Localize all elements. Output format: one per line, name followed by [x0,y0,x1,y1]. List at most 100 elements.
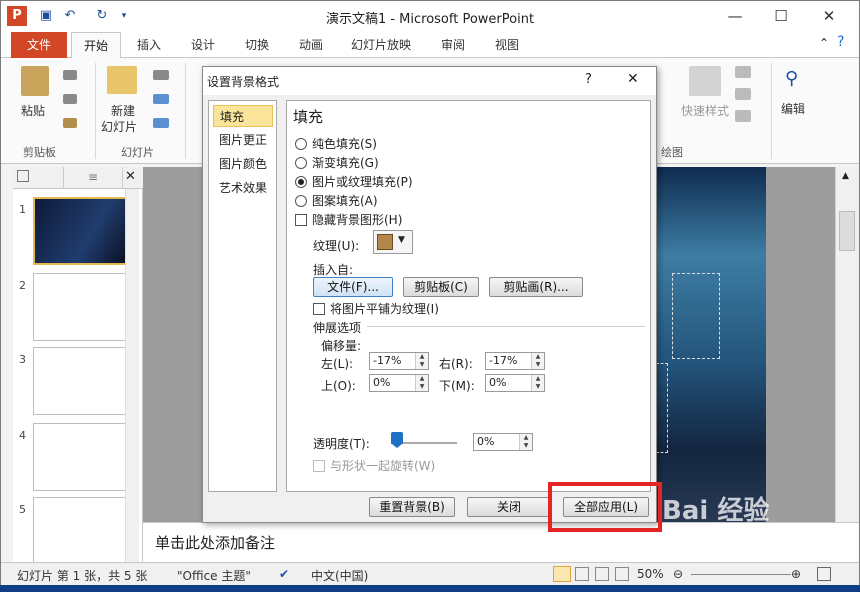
tile-option[interactable]: 将图片平铺为纹理(I) [313,300,439,317]
tab-animations[interactable]: 动画 [299,36,323,53]
help-button[interactable]: ? [585,72,592,87]
fit-window-icon[interactable] [817,567,831,581]
minimize-button[interactable]: — [717,5,753,27]
copy-icon[interactable] [63,94,77,104]
spinner-arrows-icon[interactable]: ▲ ▼ [531,353,544,369]
slide-thumbnail-3[interactable] [33,347,129,415]
notes-placeholder[interactable]: 单击此处添加备注 [155,532,275,553]
tab-file[interactable]: 文件 [11,32,67,58]
close-pane-icon[interactable]: ✕ [125,169,136,184]
tab-review[interactable]: 审阅 [441,36,465,53]
section-icon[interactable] [153,118,169,128]
close-button[interactable]: ✕ [811,5,847,27]
slide-thumbnails-pane: ≡ ✕ 1 2 3 4 5 [13,167,143,565]
ribbon-collapse-icon[interactable]: ⌃ [819,36,829,50]
radio-icon[interactable] [295,138,307,150]
reset-background-button[interactable]: 重置背景(B) [369,497,455,517]
scroll-up-icon[interactable]: ▲ [842,171,849,181]
zoom-in-icon[interactable]: ⊕ [791,567,801,581]
slideshow-view-icon[interactable] [615,567,629,581]
tab-slideshow[interactable]: 幻灯片放映 [351,36,411,53]
paste-label[interactable]: 粘贴 [21,102,45,119]
placeholder-box[interactable] [656,363,668,453]
slide-thumbnail-4[interactable] [33,423,129,491]
thumbnail-scrollbar[interactable] [125,189,139,562]
new-slide-label-2[interactable]: 幻灯片 [101,118,137,135]
pattern-fill-option[interactable]: 图案填充(A) [295,192,378,209]
tab-insert[interactable]: 插入 [137,36,161,53]
language[interactable]: 中文(中国) [311,567,368,584]
spellcheck-icon[interactable]: ✔ [279,567,289,581]
nav-picture-color[interactable]: 图片颜色 [213,153,273,175]
spinner-arrows-icon[interactable]: ▲ ▼ [519,434,532,450]
zoom-level[interactable]: 50% [637,567,664,581]
quick-styles-label[interactable]: 快速样式 [681,102,729,119]
left-offset-input[interactable]: -17% ▲ ▼ [369,352,429,370]
divider [185,63,186,159]
slide-thumbnail-1[interactable] [33,197,129,265]
notes-pane[interactable]: 单击此处添加备注 [143,522,859,562]
clipart-button[interactable]: 剪贴画(R)... [489,277,583,297]
nav-picture-corrections[interactable]: 图片更正 [213,129,273,151]
sorter-view-icon[interactable] [575,567,589,581]
slide-number: 4 [19,429,26,442]
tab-transitions[interactable]: 切换 [245,36,269,53]
tab-view[interactable]: 视图 [495,36,519,53]
bottom-offset-input[interactable]: 0% ▲ ▼ [485,374,545,392]
normal-view-icon[interactable] [553,566,571,582]
hide-background-option[interactable]: 隐藏背景图形(H) [295,211,402,228]
layout-icon[interactable] [153,70,169,80]
dialog-close-button[interactable]: ✕ [627,71,639,87]
file-button[interactable]: 文件(F)... [313,277,393,297]
tab-home[interactable]: 开始 [71,32,121,59]
tab-design[interactable]: 设计 [191,36,215,53]
shape-effects-icon[interactable] [735,110,751,122]
divider [95,63,96,159]
slide-canvas[interactable] [656,167,766,522]
help-icon[interactable]: ? [837,34,844,50]
editor-scrollbar[interactable]: ▲ [835,167,859,522]
spinner-arrows-icon[interactable]: ▲ ▼ [531,375,544,391]
shape-fill-icon[interactable] [735,66,751,78]
right-offset-input[interactable]: -17% ▲ ▼ [485,352,545,370]
checkbox-icon[interactable] [295,214,307,226]
outline-tab-icon[interactable]: ≡ [63,167,123,189]
cut-icon[interactable] [63,70,77,80]
quick-styles-icon[interactable] [689,66,721,96]
placeholder-box[interactable] [672,273,720,359]
slide-thumbnail-5[interactable] [33,497,129,565]
paste-icon[interactable] [21,66,49,96]
shape-outline-icon[interactable] [735,88,751,100]
top-offset-value: 0% [373,376,391,389]
maximize-button[interactable]: ☐ [763,5,799,27]
reading-view-icon[interactable] [595,567,609,581]
spinner-arrows-icon[interactable]: ▲ ▼ [415,353,428,369]
nav-artistic-effects[interactable]: 艺术效果 [213,177,273,199]
texture-picker[interactable]: ▼ [373,230,413,254]
gradient-fill-option[interactable]: 渐变填充(G) [295,154,379,171]
new-slide-label[interactable]: 新建 [111,102,135,119]
slides-tab-icon[interactable] [17,170,29,182]
radio-icon[interactable] [295,195,307,207]
find-icon[interactable]: ⚲ [785,68,798,89]
zoom-slider[interactable] [691,574,791,575]
spinner-arrows-icon[interactable]: ▲ ▼ [415,375,428,391]
scroll-thumb[interactable] [839,211,855,251]
picture-fill-option[interactable]: 图片或纹理填充(P) [295,173,413,190]
nav-fill[interactable]: 填充 [213,105,273,127]
radio-icon[interactable] [295,157,307,169]
slide-thumbnail-2[interactable] [33,273,129,341]
transparency-input[interactable]: 0% ▲ ▼ [473,433,533,451]
new-slide-icon[interactable] [107,66,137,94]
format-painter-icon[interactable] [63,118,77,128]
zoom-out-icon[interactable]: ⊖ [673,567,683,581]
top-offset-input[interactable]: 0% ▲ ▼ [369,374,429,392]
slider-thumb-icon[interactable] [391,432,403,448]
solid-fill-option[interactable]: 纯色填充(S) [295,135,377,152]
close-dialog-button[interactable]: 关闭 [467,497,551,517]
reset-icon[interactable] [153,94,169,104]
radio-selected-icon[interactable] [295,176,307,188]
checkbox-icon[interactable] [313,303,325,315]
edit-label[interactable]: 编辑 [781,100,805,117]
clipboard-button[interactable]: 剪贴板(C) [403,277,479,297]
